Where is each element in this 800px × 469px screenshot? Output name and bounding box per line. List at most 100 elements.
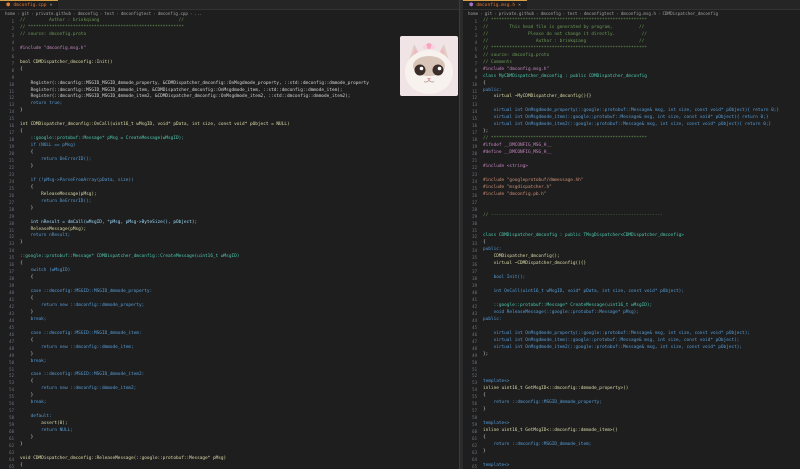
code-line[interactable]: // Please do not change it directly. // bbox=[483, 32, 647, 38]
code-line[interactable]: virtual int OnMsgdmode_property(::google… bbox=[483, 108, 780, 114]
code-line[interactable]: // This head file is generated by progra… bbox=[483, 25, 644, 31]
breadcrumb-segment[interactable]: dmconfig bbox=[78, 11, 98, 16]
code-line[interactable]: return DeErrorID(); bbox=[20, 157, 91, 163]
breadcrumb-segment[interactable]: home bbox=[5, 11, 15, 16]
close-icon[interactable]: × bbox=[50, 3, 53, 8]
code-line[interactable]: void CDMDispatcher_dmconfig::ReleaseMess… bbox=[20, 456, 226, 462]
code-line[interactable]: return ::dmconfig::MSGID_dmmode_property… bbox=[483, 400, 602, 406]
code-line[interactable]: return ::dmconfig::MSGID_dmmode_item; bbox=[483, 442, 592, 448]
breadcrumb-segment[interactable]: home bbox=[468, 11, 478, 16]
code-line[interactable]: // -------------------------------------… bbox=[483, 213, 663, 219]
code-line[interactable]: return true; bbox=[20, 101, 63, 107]
code-line[interactable]: ReleaseMessage(pMsg); bbox=[20, 227, 87, 233]
breadcrumb-segment[interactable]: dmconfigtest bbox=[584, 11, 614, 16]
code-line[interactable]: int OnCall(uint16_t wMsgID, void* pData,… bbox=[483, 289, 684, 295]
code-line[interactable]: case ::dmconfig::MSGID::MSGID_dmmode_ite… bbox=[20, 372, 145, 378]
code-line[interactable]: }; bbox=[483, 129, 488, 135]
tab-dmconfig-msg-h[interactable]: ⬢ dmconfig.msg.h × bbox=[463, 0, 527, 9]
code-line[interactable]: #define __DMCONFIG_MSG_H__ bbox=[483, 150, 552, 156]
code-line[interactable]: return new ::dmconfig::dmmode_property; bbox=[20, 303, 144, 309]
left-code-area[interactable]: // Author : brinkqiang //// ************… bbox=[20, 17, 459, 469]
left-code-editor[interactable]: 1 2 3 4 5 6 7 8 9 10 11 12 13 14 15 16 17 18 19 20 21 22 23 24 2… bbox=[0, 17, 459, 469]
code-line[interactable]: // *************************************… bbox=[483, 46, 647, 52]
breadcrumb-segment[interactable]: dmconfig.cpp bbox=[158, 11, 188, 16]
code-line[interactable]: } bbox=[20, 240, 23, 246]
code-line[interactable]: { bbox=[483, 240, 486, 246]
code-line[interactable]: // *************************************… bbox=[483, 136, 647, 142]
breadcrumb-segment[interactable]: test bbox=[567, 11, 577, 16]
code-line[interactable]: { bbox=[20, 379, 34, 385]
breadcrumb-segment[interactable]: dmconfigtest bbox=[121, 11, 151, 16]
breadcrumb-segment[interactable]: ... bbox=[194, 11, 202, 16]
code-line[interactable]: template<> bbox=[483, 421, 509, 427]
code-line[interactable]: if (NULL == pMsg) bbox=[20, 143, 76, 149]
code-line[interactable]: Register(::dmconfig::MSGID_MSGID_dmmode_… bbox=[20, 94, 351, 100]
code-line[interactable]: inline uint16_t GetMsgID<::dmconfig::dmm… bbox=[483, 386, 628, 392]
code-line[interactable]: virtual int OnMsgdmode_item2(::google::p… bbox=[483, 345, 743, 351]
code-line[interactable]: } bbox=[483, 407, 486, 413]
right-code-editor[interactable]: 1 2 3 4 5 6 7 8 9 10 11 12 13 14 15 16 17 18 19 20 21 22 23 24 2… bbox=[463, 17, 800, 469]
code-line[interactable]: bool CDMDispatcher_dmconfig::Init() bbox=[20, 60, 113, 66]
code-line[interactable]: } bbox=[20, 442, 23, 448]
code-line[interactable]: return new ::dmconfig::dmmode_item; bbox=[20, 345, 134, 351]
code-line[interactable]: default: bbox=[20, 414, 52, 420]
code-line[interactable]: int CDMDispatcher_dmconfig::OnCall(uint1… bbox=[20, 122, 290, 128]
code-line[interactable]: #include "dmconfig.msg.h" bbox=[483, 67, 549, 73]
code-line[interactable]: { bbox=[20, 129, 23, 135]
code-line[interactable]: public: bbox=[483, 247, 502, 253]
code-line[interactable]: { bbox=[20, 185, 34, 191]
code-line[interactable]: ::google::protobuf::Message* pMsg = Crea… bbox=[20, 136, 184, 142]
code-line[interactable]: virtual int OnMsgdmode_item(::google::pr… bbox=[483, 338, 740, 344]
code-line[interactable]: ReleaseMessage(pMsg); bbox=[20, 192, 97, 198]
code-line[interactable]: }; bbox=[483, 352, 488, 358]
code-line[interactable]: return NULL; bbox=[20, 428, 73, 434]
code-line[interactable]: { bbox=[20, 275, 34, 281]
code-line[interactable]: switch (wMsgID) bbox=[20, 268, 71, 274]
code-line[interactable]: } bbox=[20, 393, 34, 399]
code-line[interactable]: { bbox=[483, 393, 486, 399]
code-line[interactable]: } bbox=[20, 108, 23, 114]
code-line[interactable]: { bbox=[20, 463, 23, 469]
code-line[interactable]: // source: dmconfig.proto bbox=[20, 32, 86, 38]
code-line[interactable]: int nResult = dmCall(wMsgID, *pMsg, pMsg… bbox=[20, 220, 198, 226]
code-line[interactable]: inline uint16_t GetMsgID<::dmconfig::dmm… bbox=[483, 428, 618, 434]
code-line[interactable]: virtual int OnMsgdmode_item(::google::pr… bbox=[483, 115, 769, 121]
code-line[interactable]: // Author : brinkqiang // bbox=[483, 39, 644, 45]
code-line[interactable]: #include "msgdispatcher.h" bbox=[483, 185, 552, 191]
code-line[interactable]: { bbox=[20, 261, 23, 267]
code-line[interactable]: // *************************************… bbox=[483, 18, 647, 24]
code-line[interactable]: bool Init(); bbox=[483, 275, 526, 281]
code-line[interactable]: ::google::protobuf::Message* CDMDispatch… bbox=[20, 254, 239, 260]
code-line[interactable]: case ::dmconfig::MSGID::MSGID_dmmode_ite… bbox=[20, 331, 142, 337]
code-line[interactable]: { bbox=[20, 67, 23, 73]
tab-dmconfig-cpp[interactable]: ⬢ dmconfig.cpp × bbox=[0, 0, 59, 9]
code-line[interactable]: // *************************************… bbox=[20, 25, 184, 31]
code-line[interactable]: return new ::dmconfig::dmmode_item2; bbox=[20, 386, 136, 392]
code-line[interactable]: ::google::protobuf::Message* CreateMessa… bbox=[483, 303, 653, 309]
code-line[interactable]: // Author : brinkqiang // bbox=[20, 18, 184, 24]
code-line[interactable]: template<> bbox=[483, 463, 509, 469]
breadcrumb-segment[interactable]: private.github bbox=[36, 11, 71, 16]
code-line[interactable]: assert(0); bbox=[20, 421, 67, 427]
code-line[interactable]: virtual int OnMsgdmode_property(::google… bbox=[483, 331, 750, 337]
close-icon[interactable]: × bbox=[518, 3, 521, 8]
code-line[interactable]: } bbox=[20, 206, 34, 212]
code-line[interactable]: class CDMDispatcher_dmconfig : public TM… bbox=[483, 233, 684, 239]
code-line[interactable]: break; bbox=[20, 359, 47, 365]
code-line[interactable]: } bbox=[20, 435, 34, 441]
code-line[interactable]: #include "dmconfig.pb.h" bbox=[483, 192, 546, 198]
code-line[interactable]: // source: dmconfig.proto bbox=[483, 53, 549, 59]
code-line[interactable]: break; bbox=[20, 400, 47, 406]
code-line[interactable]: Register(::dmconfig::MSGID_MSGID_dmmode_… bbox=[20, 88, 343, 94]
breadcrumb-segment[interactable]: git bbox=[485, 11, 493, 16]
code-line[interactable]: return nResult; bbox=[20, 233, 71, 239]
code-line[interactable]: } bbox=[20, 310, 34, 316]
code-line[interactable]: template<> bbox=[483, 379, 509, 385]
code-line[interactable]: #ifndef __DMCONFIG_MSG_H__ bbox=[483, 143, 552, 149]
code-line[interactable]: CDMDispatcher_dmconfig(); bbox=[483, 254, 560, 260]
breadcrumb-segment[interactable]: CDMDispatcher_dmconfig bbox=[663, 11, 718, 16]
code-line[interactable]: #include <string> bbox=[483, 164, 528, 170]
code-line[interactable]: #include "googleprotobuf/dmmessage.hh" bbox=[483, 178, 583, 184]
code-line[interactable]: void ReleaseMessage(::google::protobuf::… bbox=[483, 310, 639, 316]
breadcrumb-segment[interactable]: test bbox=[104, 11, 114, 16]
